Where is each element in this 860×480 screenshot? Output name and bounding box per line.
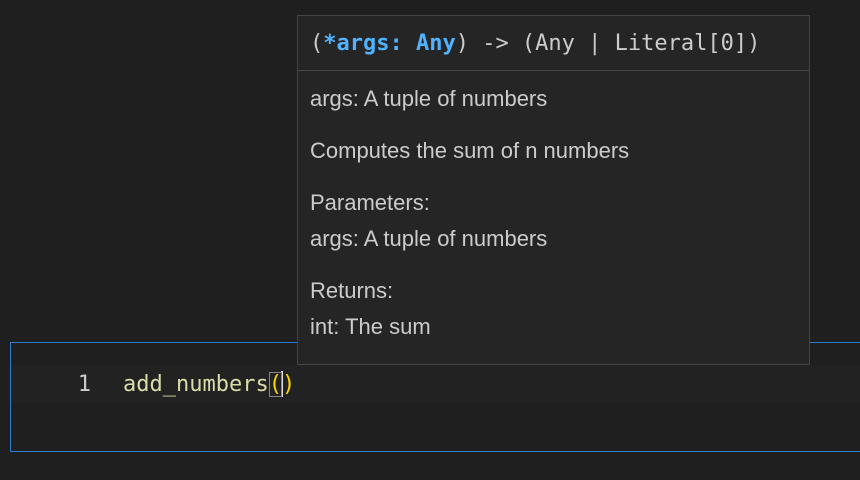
docstring: args: A tuple of numbers Computes the su… (298, 71, 809, 345)
line-number: 1 (77, 371, 91, 397)
open-paren: ( (268, 371, 282, 397)
parameters-line: args: A tuple of numbers (310, 226, 548, 251)
summary-line: Computes the sum of n numbers (310, 138, 630, 163)
function-signature: (*args: Any) -> (Any | Literal[0]) (298, 16, 809, 71)
parameters-heading: Parameters: (310, 190, 430, 215)
args-line: args: A tuple of numbers (310, 86, 548, 111)
signature-open: ( (310, 30, 324, 56)
code-line[interactable]: 1 add_numbers() (11, 365, 860, 403)
function-name[interactable]: add_numbers (123, 372, 269, 397)
code-text[interactable]: add_numbers() (123, 371, 295, 397)
returns-line: int: The sum (310, 314, 431, 339)
signature-param: *args: Any (323, 30, 456, 56)
returns-heading: Returns: (310, 278, 394, 303)
signature-rest: ) -> (Any | Literal[0]) (455, 30, 761, 56)
hover-tooltip: (*args: Any) -> (Any | Literal[0]) args:… (297, 15, 810, 365)
close-paren: ) (281, 371, 296, 397)
